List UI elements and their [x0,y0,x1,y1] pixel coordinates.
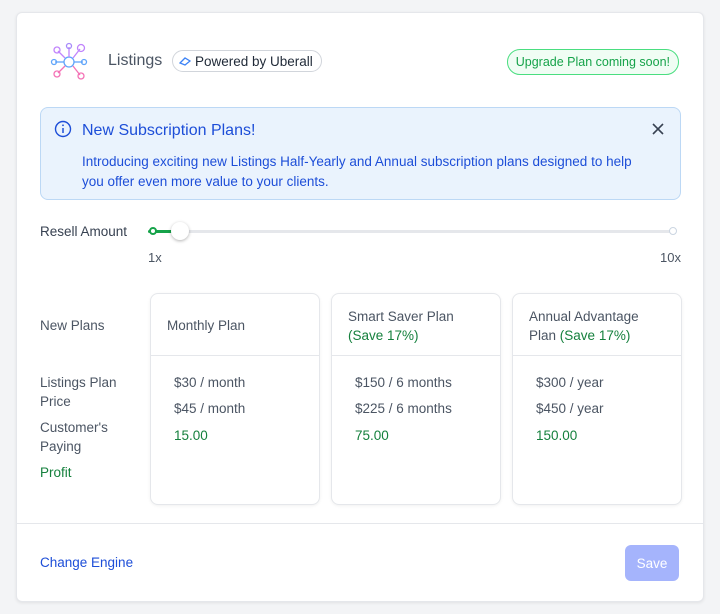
row-label-profit: Profit [40,465,72,480]
plan-profit: 75.00 [355,428,389,443]
resell-amount-label: Resell Amount [40,224,128,239]
powered-by-label: Powered by Uberall [195,53,313,69]
listings-network-icon [50,42,88,80]
plan-price: $30 / month [174,375,246,390]
resell-slider-thumb[interactable] [170,222,189,240]
powered-by-badge: Powered by Uberall [172,50,322,72]
slider-max-marker [669,227,677,235]
alert-title: New Subscription Plans! [82,122,256,139]
info-icon [54,120,72,138]
footer-divider [17,523,703,524]
upgrade-plan-badge: Upgrade Plan coming soon! [506,49,679,75]
plan-customer-paying: $45 / month [174,401,246,416]
plan-savings-tag: (Save 17%) [348,328,419,343]
plan-name: Annual Advantage Plan (Save 17%) [513,294,681,356]
uberall-logo-icon [179,57,191,66]
slider-max-label: 10x [660,250,681,265]
plan-customer-paying: $450 / year [536,401,604,416]
row-label-new-plans: New Plans [40,318,105,333]
change-engine-link[interactable]: Change Engine [40,555,133,570]
alert-body: Introducing exciting new Listings Half-Y… [82,154,632,189]
slider-min-marker [149,227,157,235]
resell-slider-track[interactable] [148,230,674,233]
save-button[interactable]: Save [625,545,679,581]
plan-card-monthly: Monthly Plan $30 / month $45 / month 15.… [150,293,320,505]
subscription-alert: New Subscription Plans! Introducing exci… [40,107,681,200]
slider-min-label: 1x [148,250,162,265]
card-header: Listings Powered by Uberall Upgrade Plan… [17,13,703,103]
plan-name-text: Monthly Plan [167,318,246,333]
row-label-plan-price: Listings Plan Price [40,375,117,409]
plan-card-annual-advantage: Annual Advantage Plan (Save 17%) $300 / … [512,293,682,505]
plan-price: $150 / 6 months [355,375,452,390]
plan-profit: 150.00 [536,428,578,443]
plan-name-text: Smart Saver Plan [348,309,454,324]
close-icon[interactable] [650,121,666,137]
plan-card-smart-saver: Smart Saver Plan (Save 17%) $150 / 6 mon… [331,293,501,505]
plan-name: Monthly Plan [151,294,319,356]
plan-profit: 15.00 [174,428,208,443]
plan-price: $300 / year [536,375,604,390]
plan-name: Smart Saver Plan (Save 17%) [332,294,500,356]
plan-customer-paying: $225 / 6 months [355,401,452,416]
row-label-customers-paying: Customer's Paying [40,420,108,454]
listings-card: Listings Powered by Uberall Upgrade Plan… [16,12,704,602]
product-title: Listings [108,52,163,69]
plan-savings-tag: (Save 17%) [559,328,631,343]
